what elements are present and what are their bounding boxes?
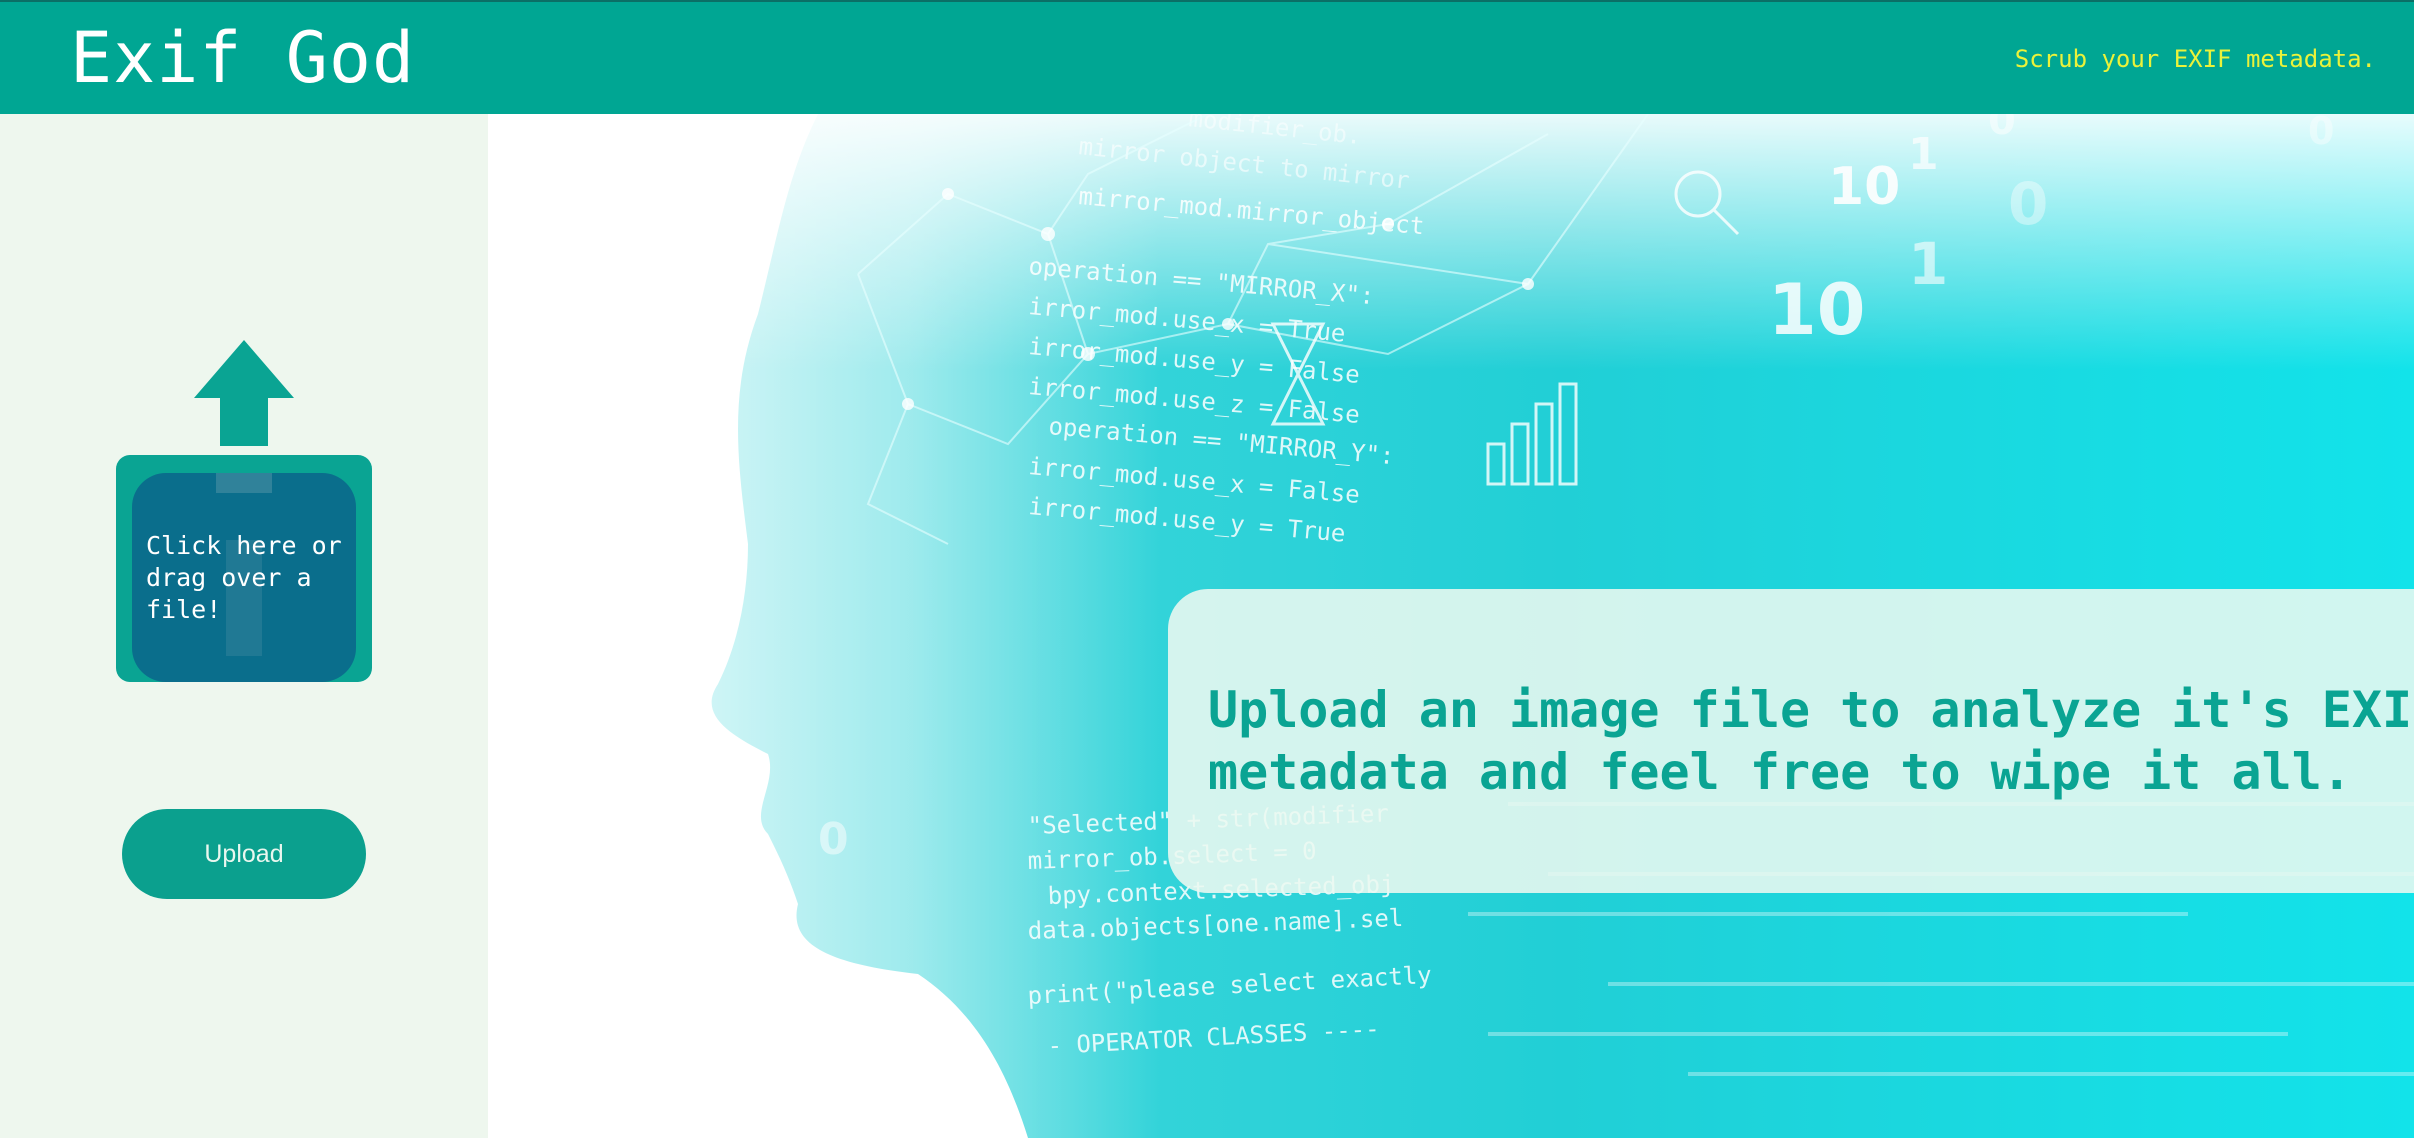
intro-card: Upload an image file to analyze it's EXI…	[1168, 589, 2414, 893]
app-title: Exif God	[70, 17, 416, 99]
file-dropzone[interactable]: Click here or drag over a file!	[116, 340, 372, 682]
svg-text:10: 10	[1768, 269, 1865, 351]
hero-banner: modifier_ob. mirror object to mirror mir…	[488, 114, 2414, 1138]
svg-text:0: 0	[1988, 114, 2016, 144]
intro-text: Upload an image file to analyze it's EXI…	[1208, 681, 2414, 801]
upload-button[interactable]: Upload	[122, 809, 366, 899]
tagline: Scrub your EXIF metadata.	[2014, 45, 2376, 73]
svg-text:1: 1	[1908, 129, 1939, 180]
svg-text:0: 0	[2308, 114, 2334, 153]
svg-text:0: 0	[818, 814, 849, 865]
svg-text:1 0: 1 0	[648, 702, 711, 743]
svg-text:0: 0	[2008, 170, 2048, 238]
svg-text:10: 10	[1828, 157, 1900, 217]
svg-text:1: 1	[1908, 230, 1948, 298]
upload-arrow-icon	[116, 340, 372, 682]
dropzone-label: Click here or drag over a file!	[146, 531, 342, 624]
header: Exif God Scrub your EXIF metadata.	[0, 0, 2414, 114]
sidebar: Click here or drag over a file! Upload	[0, 114, 488, 1138]
